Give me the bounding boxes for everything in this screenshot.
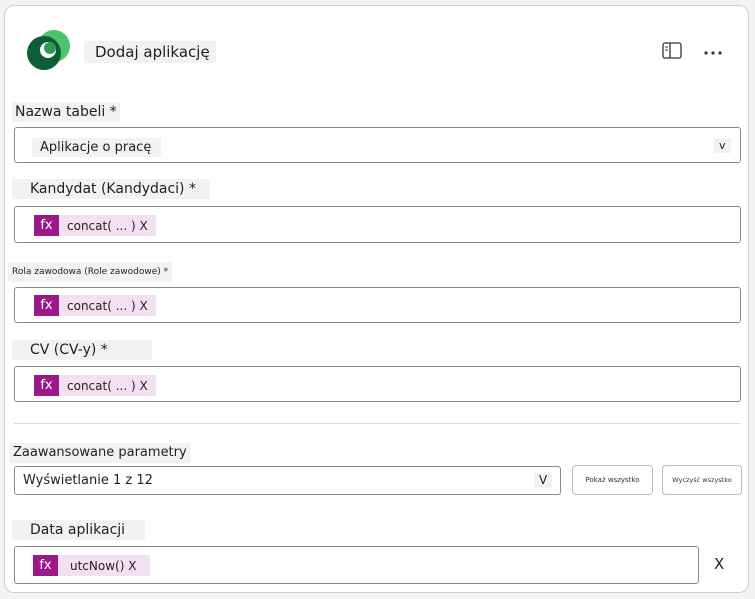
cv-expression-chip[interactable]: fx concat( ... ) X [34,375,156,396]
dataverse-logo-icon [24,29,76,71]
advanced-params-dropdown[interactable]: Wyświetlanie 1 z 12 V [14,466,561,495]
table-name-dropdown[interactable]: Aplikacje o pracę v [14,127,741,163]
application-date-label: Data aplikacji [12,520,146,540]
date-expression-chip[interactable]: fx utcNow() X [33,555,151,576]
cv-label: CV (CV-y) * [12,340,152,360]
fx-icon: fx [33,555,58,576]
expression-text: concat( ... ) X [59,375,156,396]
advanced-params-value: Wyświetlanie 1 z 12 [23,473,153,488]
panel-toggle-icon[interactable] [661,41,683,61]
candidate-label: Kandydat (Kandydaci) * [12,179,210,199]
job-role-label: Rola zawodowa (Role zawodowe) * [8,262,173,282]
expression-text: concat( ... ) X [59,215,156,236]
application-date-field[interactable]: fx utcNow() X [14,546,699,584]
fx-icon: fx [34,215,59,236]
divider [14,423,741,424]
advanced-params-label: Zaawansowane parametry [10,443,190,463]
job-role-field[interactable]: fx concat( ... ) X [14,287,741,323]
fx-icon: fx [34,295,59,316]
card-title: Dodaj aplikację [84,41,216,63]
fx-icon: fx [34,375,59,396]
job-role-expression-chip[interactable]: fx concat( ... ) X [34,295,156,316]
chevron-down-icon: v [714,138,731,153]
expression-text: utcNow() X [58,555,151,576]
chevron-down-icon: V [534,473,553,488]
show-all-button[interactable]: Pokaż wszystko [572,465,653,495]
candidate-expression-chip[interactable]: fx concat( ... ) X [34,215,156,236]
remove-param-button[interactable]: X [714,554,724,574]
cv-field[interactable]: fx concat( ... ) X [14,366,741,402]
table-name-label: Nazwa tabeli * [12,102,120,122]
more-options-icon[interactable] [703,44,723,56]
candidate-field[interactable]: fx concat( ... ) X [14,206,741,243]
table-name-value: Aplikacje o pracę [32,138,161,157]
clear-all-button[interactable]: Wyczyść wszystko [662,465,742,495]
expression-text: concat( ... ) X [59,295,156,316]
